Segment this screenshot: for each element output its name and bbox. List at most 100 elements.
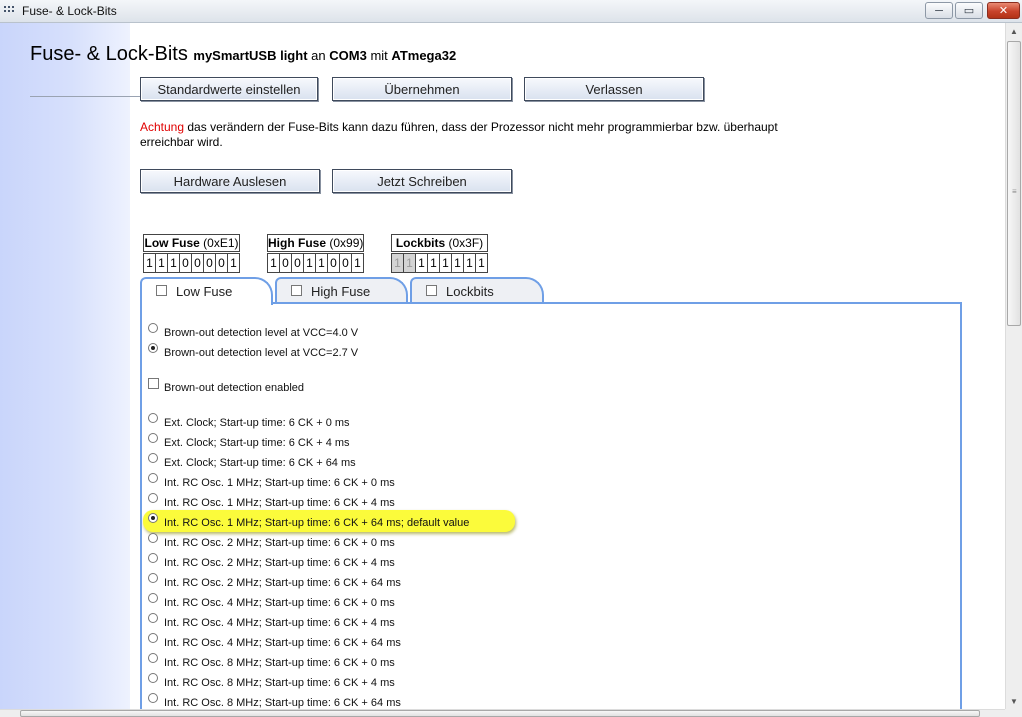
fuse-bit[interactable]: 1 — [156, 254, 168, 272]
fuse-bit[interactable]: 0 — [204, 254, 216, 272]
fuse-bit[interactable]: 0 — [216, 254, 228, 272]
warning-message: das verändern der Fuse-Bits kann dazu fü… — [140, 120, 778, 149]
scroll-down-icon[interactable]: ▼ — [1010, 697, 1018, 706]
horizontal-scrollbar[interactable] — [0, 709, 1005, 717]
with-word: mit — [370, 48, 388, 63]
fuse-bit[interactable]: 1 — [440, 254, 452, 272]
fuse-bit[interactable]: 1 — [316, 254, 328, 272]
maximize-button[interactable]: ▭ — [955, 2, 983, 19]
radio-button[interactable] — [148, 593, 158, 603]
option-label: Ext. Clock; Start-up time: 6 CK + 0 ms — [164, 417, 350, 429]
fuse-table-header: Lockbits (0x3F) — [391, 234, 488, 252]
app-icon — [4, 6, 16, 16]
radio-button[interactable] — [148, 343, 158, 353]
close-button[interactable]: ✕ — [987, 2, 1020, 19]
warning-keyword: Achtung — [140, 120, 185, 134]
fuse-bit[interactable]: 1 — [464, 254, 476, 272]
content-area: Fuse- & Lock-Bits mySmartUSB light an CO… — [0, 23, 1005, 709]
fuse-bit[interactable]: 1 — [476, 254, 488, 272]
option-label: Int. RC Osc. 2 MHz; Start-up time: 6 CK … — [164, 577, 401, 589]
scroll-up-icon[interactable]: ▲ — [1010, 27, 1018, 36]
programmer-name: mySmartUSB light — [193, 48, 308, 63]
radio-button[interactable] — [148, 693, 158, 703]
option-label: Int. RC Osc. 4 MHz; Start-up time: 6 CK … — [164, 617, 395, 629]
warning-text: Achtung das verändern der Fuse-Bits kann… — [140, 120, 780, 150]
radio-button[interactable] — [148, 473, 158, 483]
tab-low-fuse[interactable]: Low Fuse — [140, 277, 273, 305]
fuse-bit[interactable]: 0 — [180, 254, 192, 272]
scrollbar-corner — [1005, 709, 1022, 717]
set-defaults-button[interactable]: Standardwerte einstellen — [140, 77, 318, 101]
high-fuse-table: High Fuse (0x99) 1 0 0 1 1 0 0 1 — [267, 234, 365, 273]
fuse-bit[interactable]: 1 — [304, 254, 316, 272]
radio-button[interactable] — [148, 653, 158, 663]
radio-button[interactable] — [148, 673, 158, 683]
option-label: Int. RC Osc. 4 MHz; Start-up time: 6 CK … — [164, 597, 395, 609]
page-title-main: Fuse- & Lock-Bits — [30, 43, 188, 65]
horizontal-scroll-thumb[interactable] — [20, 710, 980, 717]
fuse-bit[interactable]: 1 — [268, 254, 280, 272]
fuse-table-header: Low Fuse (0xE1) — [143, 234, 240, 252]
low-fuse-table: Low Fuse (0xE1) 1 1 1 0 0 0 0 1 — [143, 234, 240, 273]
fuse-bit[interactable]: 0 — [292, 254, 304, 272]
page-title: Fuse- & Lock-Bits mySmartUSB light an CO… — [30, 43, 456, 66]
sidebar-gradient — [0, 23, 130, 709]
radio-button[interactable] — [148, 553, 158, 563]
fuse-bit[interactable]: 1 — [416, 254, 428, 272]
window-titlebar[interactable]: Fuse- & Lock-Bits ─ ▭ ✕ — [0, 0, 1022, 23]
option-label: Int. RC Osc. 1 MHz; Start-up time: 6 CK … — [164, 477, 395, 489]
option-label: Int. RC Osc. 8 MHz; Start-up time: 6 CK … — [164, 697, 401, 709]
tab-label: Lockbits — [446, 284, 494, 299]
exit-button[interactable]: Verlassen — [524, 77, 704, 101]
tab-checkbox[interactable] — [291, 285, 302, 296]
option-label: Int. RC Osc. 8 MHz; Start-up time: 6 CK … — [164, 657, 395, 669]
minimize-button[interactable]: ─ — [925, 2, 953, 19]
radio-button[interactable] — [148, 513, 158, 523]
write-now-button[interactable]: Jetzt Schreiben — [332, 169, 512, 193]
tab-checkbox[interactable] — [426, 285, 437, 296]
apply-button[interactable]: Übernehmen — [332, 77, 512, 101]
chip-name: ATmega32 — [391, 48, 457, 63]
fuse-bit[interactable]: 0 — [280, 254, 292, 272]
fuse-bit[interactable]: 1 — [228, 254, 240, 272]
option-label: Brown-out detection level at VCC=4.0 V — [164, 327, 359, 339]
fuse-bit[interactable]: 1 — [144, 254, 156, 272]
radio-button[interactable] — [148, 613, 158, 623]
radio-button[interactable] — [148, 493, 158, 503]
fuse-bits-row: 1 1 1 0 0 0 0 1 — [143, 253, 240, 273]
read-hardware-button[interactable]: Hardware Auslesen — [140, 169, 320, 193]
tab-high-fuse[interactable]: High Fuse — [275, 277, 408, 303]
fuse-table-header: High Fuse (0x99) — [267, 234, 365, 252]
radio-button[interactable] — [148, 323, 158, 333]
lockbits-table: Lockbits (0x3F) 1 1 1 1 1 1 1 1 — [391, 234, 488, 273]
fuse-bit-disabled: 1 — [392, 254, 404, 272]
vertical-scrollbar[interactable]: ▲ ≡ ▼ — [1005, 23, 1022, 709]
option-label: Int. RC Osc. 8 MHz; Start-up time: 6 CK … — [164, 677, 395, 689]
radio-button[interactable] — [148, 433, 158, 443]
fuse-bit-disabled: 1 — [404, 254, 416, 272]
fuse-bit[interactable]: 0 — [340, 254, 352, 272]
fuse-bit[interactable]: 1 — [352, 254, 364, 272]
fuse-bit[interactable]: 1 — [452, 254, 464, 272]
tab-lockbits[interactable]: Lockbits — [410, 277, 544, 303]
radio-button[interactable] — [148, 573, 158, 583]
radio-button[interactable] — [148, 453, 158, 463]
radio-button[interactable] — [148, 413, 158, 423]
close-icon: ✕ — [998, 5, 1009, 17]
radio-button[interactable] — [148, 533, 158, 543]
option-label: Int. RC Osc. 2 MHz; Start-up time: 6 CK … — [164, 557, 395, 569]
minimize-icon: ─ — [935, 4, 943, 17]
connector-word: an — [311, 48, 326, 63]
option-label: Ext. Clock; Start-up time: 6 CK + 64 ms — [164, 457, 356, 469]
fuse-bit[interactable]: 1 — [428, 254, 440, 272]
vertical-scroll-thumb[interactable]: ≡ — [1007, 41, 1021, 326]
option-label: Int. RC Osc. 2 MHz; Start-up time: 6 CK … — [164, 537, 395, 549]
window-title: Fuse- & Lock-Bits — [22, 4, 117, 18]
fuse-bit[interactable]: 0 — [328, 254, 340, 272]
tab-checkbox[interactable] — [156, 285, 167, 296]
fuse-bit[interactable]: 0 — [192, 254, 204, 272]
fuse-bit[interactable]: 1 — [168, 254, 180, 272]
option-label: Int. RC Osc. 1 MHz; Start-up time: 6 CK … — [164, 497, 395, 509]
radio-button[interactable] — [148, 633, 158, 643]
checkbox[interactable] — [148, 378, 159, 389]
